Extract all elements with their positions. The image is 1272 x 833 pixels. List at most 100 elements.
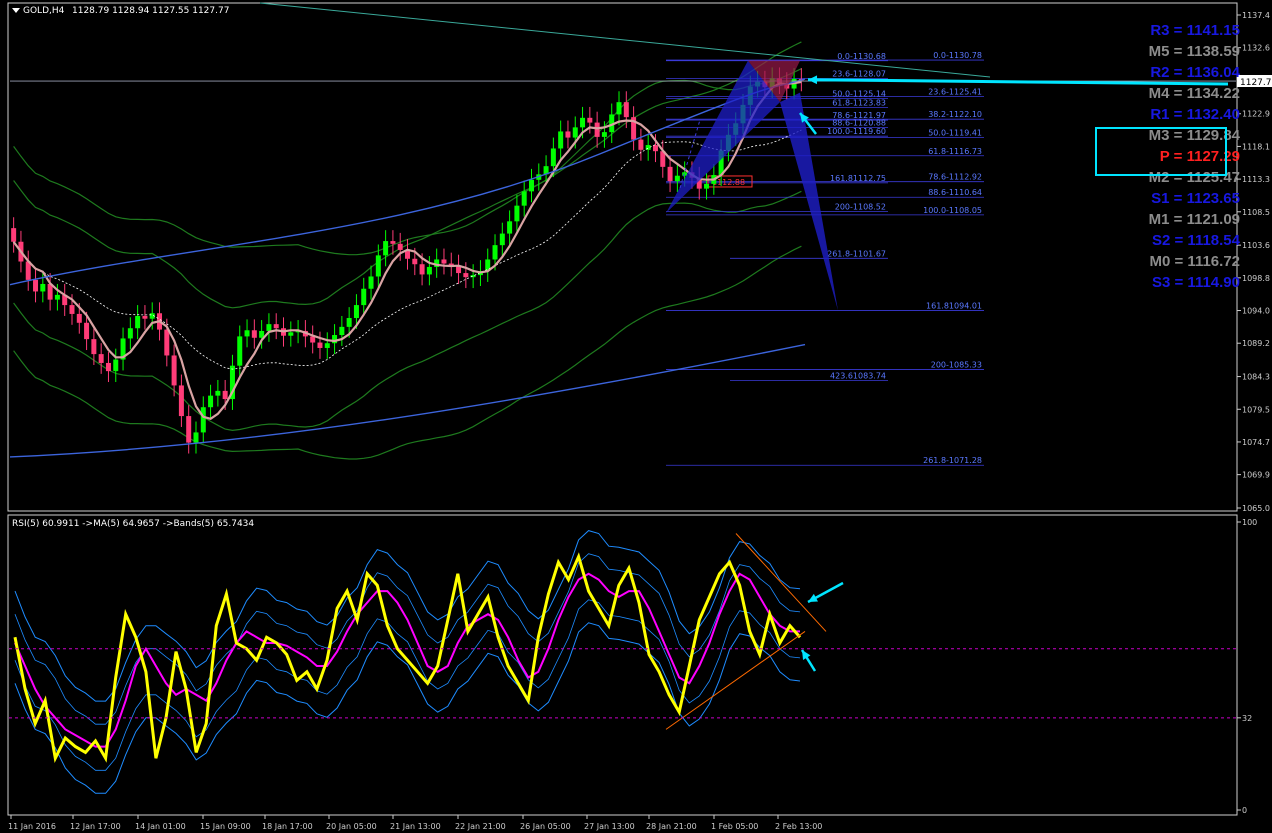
fib-level-label: 88.6-1110.64 bbox=[928, 188, 982, 197]
time-tick-label: 1 Feb 05:00 bbox=[711, 822, 758, 831]
candle-bear bbox=[186, 416, 192, 443]
fib-level-label: 100.0-1119.60 bbox=[827, 127, 886, 136]
time-tick-label: 20 Jan 05:00 bbox=[326, 822, 377, 831]
candle-bear bbox=[11, 228, 17, 242]
ohlc-label: 1128.79 1128.94 1127.55 1127.77 bbox=[72, 6, 229, 16]
fib-level-label: 61.8-1123.83 bbox=[832, 98, 886, 107]
fib-level-label: 23.6-1125.41 bbox=[928, 88, 982, 97]
candle-bull bbox=[368, 276, 374, 289]
pivot-level: S2 = 1118.54 bbox=[1151, 232, 1240, 249]
fib-level-label: 423.61083.74 bbox=[830, 371, 886, 380]
candle-bear bbox=[76, 313, 82, 323]
candle-bull bbox=[521, 191, 527, 206]
price-tick-label: 1069.9 bbox=[1242, 471, 1270, 480]
fib-level-label: 0.0-1130.78 bbox=[933, 51, 982, 60]
candle-bear bbox=[652, 145, 658, 152]
time-tick-label: 27 Jan 13:00 bbox=[584, 822, 635, 831]
candle-bear bbox=[69, 305, 75, 314]
candle-bear bbox=[638, 139, 644, 150]
time-tick-label: 11 Jan 2016 bbox=[8, 822, 56, 831]
fib-level-label: 50.0-1119.41 bbox=[928, 129, 982, 138]
candle-bear bbox=[419, 264, 425, 275]
pivot-level: R1 = 1132.40 bbox=[1150, 106, 1240, 123]
fib-level-label: 78.6-1112.92 bbox=[928, 173, 982, 182]
fib-level-label: 50.0-1125.14 bbox=[832, 89, 886, 98]
candle-bull bbox=[215, 390, 221, 396]
pivot-highlight-box bbox=[1095, 127, 1227, 176]
candle-bear bbox=[91, 339, 97, 355]
candle-bull bbox=[375, 255, 381, 277]
fib-level-label: 161.81094.01 bbox=[926, 301, 982, 310]
price-tick-label: 1079.5 bbox=[1242, 405, 1270, 414]
fib-box-label: 1112.88 bbox=[712, 178, 745, 187]
price-tick-label: 1084.3 bbox=[1242, 373, 1270, 382]
candle-bull bbox=[40, 283, 46, 292]
price-panel[interactable] bbox=[7, 2, 1238, 512]
candle-bull bbox=[550, 148, 556, 167]
candle-bear bbox=[98, 354, 104, 363]
candle-bear bbox=[565, 131, 571, 138]
rsi-panel[interactable] bbox=[7, 514, 1238, 816]
candle-bull bbox=[339, 326, 345, 336]
candle-bull bbox=[492, 245, 498, 260]
fib-level-label: 261.8-1071.28 bbox=[923, 456, 982, 465]
candle-bull bbox=[704, 183, 710, 189]
candle-bull bbox=[346, 318, 352, 327]
price-tick-label: 1094.0 bbox=[1242, 307, 1270, 316]
candle-bull bbox=[426, 266, 432, 275]
candle-bear bbox=[273, 324, 279, 329]
candle-bull bbox=[558, 131, 564, 149]
price-tick-label: 1065.0 bbox=[1242, 504, 1270, 513]
candle-bear bbox=[178, 385, 184, 417]
candle-bear bbox=[412, 258, 418, 265]
candle-bull bbox=[514, 205, 520, 222]
candle-bull bbox=[200, 407, 206, 433]
time-tick-label: 21 Jan 13:00 bbox=[390, 822, 441, 831]
pivot-level: M5 = 1138.59 bbox=[1148, 43, 1240, 60]
fib-level-label: 200-1085.33 bbox=[931, 361, 982, 370]
candle-bull bbox=[113, 359, 119, 372]
candle-bear bbox=[390, 241, 396, 244]
time-tick-label: 28 Jan 21:00 bbox=[646, 822, 697, 831]
candle-bull bbox=[324, 343, 330, 348]
time-tick-label: 12 Jan 17:00 bbox=[70, 822, 121, 831]
candle-bear bbox=[441, 259, 447, 264]
candle-bear bbox=[594, 122, 600, 137]
price-tick-label: 1137.4 bbox=[1242, 11, 1270, 20]
candle-bear bbox=[105, 362, 111, 372]
candle-bear bbox=[587, 117, 593, 123]
fib-level-label: 38.2-1122.10 bbox=[928, 110, 982, 119]
candle-bull bbox=[507, 221, 513, 234]
candle-bull bbox=[237, 336, 243, 366]
candle-bull bbox=[353, 305, 359, 319]
fib-level-label: 23.6-1128.07 bbox=[832, 70, 886, 79]
candle-bear bbox=[171, 355, 177, 386]
time-tick-label: 15 Jan 09:00 bbox=[200, 822, 251, 831]
symbol-label: GOLD,H4 bbox=[23, 6, 65, 16]
candle-bear bbox=[84, 322, 90, 340]
pivot-level: M4 = 1134.22 bbox=[1148, 85, 1240, 102]
pivot-level: M0 = 1116.72 bbox=[1149, 253, 1241, 270]
candle-bull bbox=[54, 294, 60, 300]
fib-level-label: 261.8-1101.67 bbox=[827, 249, 886, 258]
candle-bull bbox=[674, 175, 680, 182]
rsi-tick-label: 100 bbox=[1242, 518, 1257, 527]
price-tick-label: 1089.2 bbox=[1242, 339, 1270, 348]
candle-bull bbox=[572, 127, 578, 138]
candle-bear bbox=[463, 273, 469, 278]
candle-bear bbox=[317, 342, 323, 348]
candle-bear bbox=[33, 279, 39, 292]
candle-bull bbox=[208, 395, 214, 408]
rsi-tick-label: 32 bbox=[1242, 714, 1252, 723]
candle-bear bbox=[142, 315, 148, 319]
candle-bull bbox=[193, 432, 199, 443]
pivot-level: M1 = 1121.09 bbox=[1148, 211, 1240, 228]
candle-bear bbox=[222, 390, 228, 400]
candle-bear bbox=[397, 243, 403, 250]
time-axis: 11 Jan 2016 12 Jan 17:00 14 Jan 01:00 15 Ja… bbox=[8, 815, 822, 831]
pivot-level: S3 = 1114.90 bbox=[1151, 274, 1240, 291]
pivot-level: R2 = 1136.04 bbox=[1150, 64, 1240, 81]
time-tick-label: 26 Jan 05:00 bbox=[520, 822, 571, 831]
time-tick-label: 14 Jan 01:00 bbox=[135, 822, 186, 831]
fib-level-label: 100.0-1108.05 bbox=[923, 206, 982, 215]
